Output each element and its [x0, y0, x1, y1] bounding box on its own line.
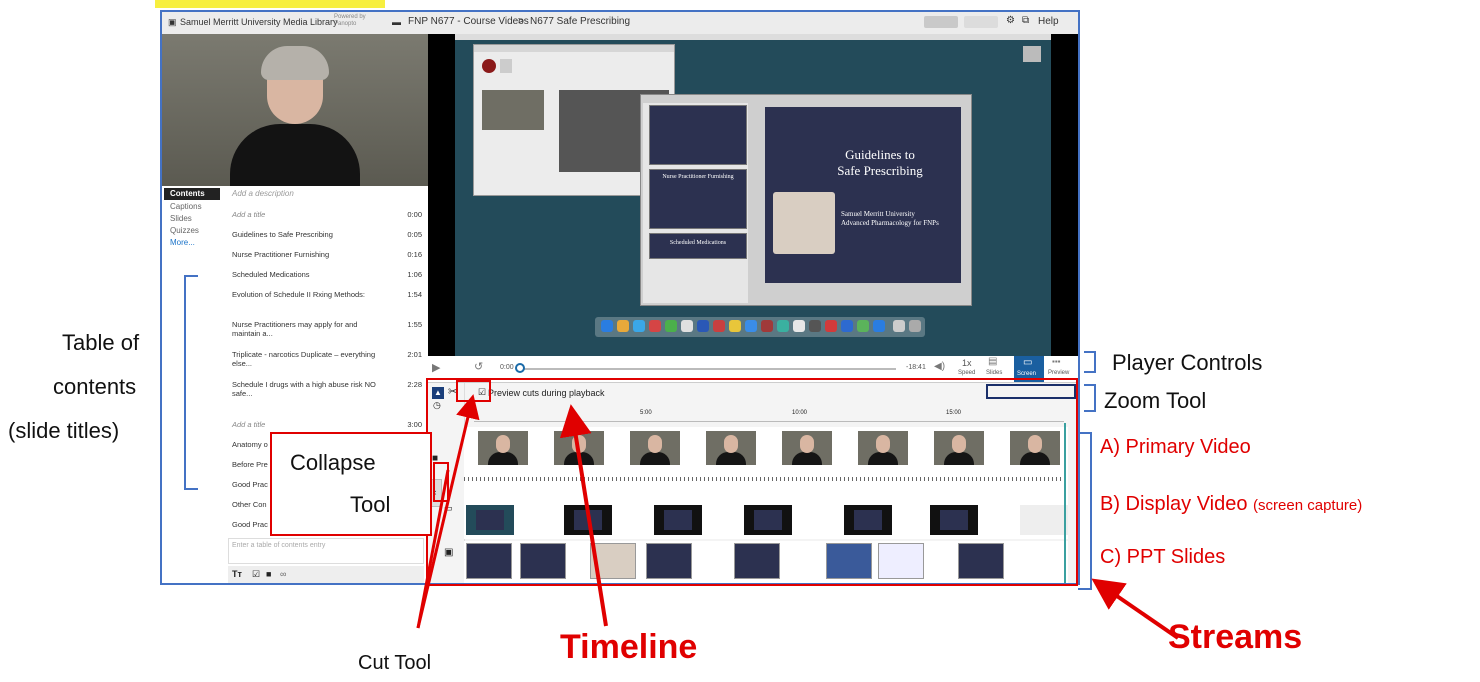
timeline-arrow — [559, 404, 608, 627]
annotation-timeline: Timeline — [560, 628, 698, 666]
annotation-arrows — [416, 394, 1180, 640]
annotation-cut-tool: Cut Tool — [358, 652, 432, 674]
cut-tool-arrow — [416, 394, 480, 629]
streams-arrow — [1091, 578, 1180, 640]
collapse-arrow — [416, 469, 450, 629]
annotation-streams: Streams — [1168, 618, 1303, 656]
